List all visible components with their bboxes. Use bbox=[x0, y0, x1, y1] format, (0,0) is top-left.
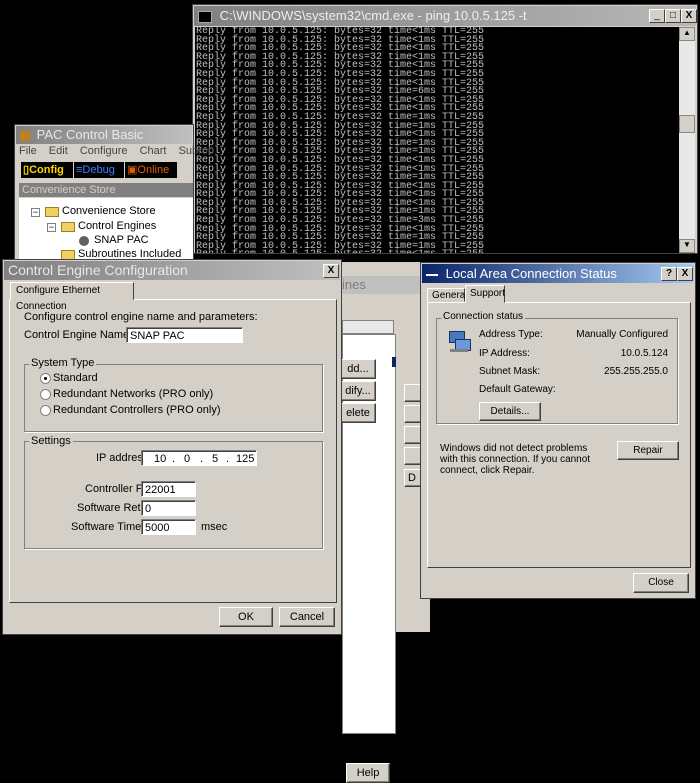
online-mode-button[interactable]: ▣Online bbox=[125, 162, 177, 178]
close-dialog-button[interactable]: Close bbox=[633, 573, 689, 593]
cec-title: Control Engine Configuration bbox=[8, 262, 188, 278]
menu-file[interactable]: File bbox=[19, 145, 37, 157]
tab-support[interactable]: Support bbox=[465, 285, 505, 303]
close-button[interactable]: X bbox=[677, 267, 693, 281]
controller-icon bbox=[79, 236, 89, 246]
subnet-mask-label: Subnet Mask: bbox=[479, 366, 541, 377]
software-retries-input[interactable]: 0 bbox=[141, 500, 196, 516]
ip-octet-4[interactable]: 125 bbox=[236, 451, 254, 467]
menu-edit[interactable]: Edit bbox=[49, 145, 68, 157]
online-icon: ▣ bbox=[127, 164, 138, 176]
delete-engine-button[interactable]: elete bbox=[340, 403, 376, 423]
cmd-title: C:\WINDOWS\system32\cmd.exe - ping 10.0.… bbox=[219, 8, 527, 23]
ip-address-value: 10.0.5.124 bbox=[620, 348, 668, 359]
system-type-label: System Type bbox=[29, 357, 97, 369]
settings-label: Settings bbox=[29, 435, 73, 447]
radio-standard-label: Standard bbox=[53, 372, 98, 384]
radio-redundant-controllers[interactable] bbox=[40, 405, 51, 416]
config-mode-button[interactable]: ▯Config bbox=[21, 162, 73, 178]
subnet-mask-value: 255.255.255.0 bbox=[604, 366, 668, 377]
folder-icon bbox=[45, 207, 59, 217]
details-button[interactable]: Details... bbox=[479, 402, 541, 421]
cmd-icon bbox=[198, 10, 212, 23]
cmd-titlebar[interactable]: C:\WINDOWS\system32\cmd.exe - ping 10.0.… bbox=[194, 6, 696, 26]
control-engines-dialog: ines dd... dify... elete Help D bbox=[340, 262, 430, 783]
lan-title: Local Area Connection Status bbox=[445, 266, 617, 281]
pac-titlebar[interactable]: PAC Control Basic bbox=[16, 126, 192, 144]
ip-octet-1[interactable]: 10 bbox=[154, 451, 166, 467]
modify-engine-button[interactable]: dify... bbox=[340, 381, 376, 401]
timeout-unit: msec bbox=[201, 521, 228, 533]
diagnosis-message: Windows did not detect problems with thi… bbox=[440, 443, 591, 476]
engine-name-input[interactable]: SNAP PAC bbox=[126, 327, 243, 343]
cancel-button[interactable]: Cancel bbox=[279, 607, 335, 627]
ip-dot: . bbox=[200, 453, 204, 465]
ip-dot: . bbox=[226, 453, 230, 465]
strategy-tree: − Convenience Store − Control Engines SN… bbox=[19, 198, 193, 264]
help-button[interactable]: Help bbox=[346, 763, 390, 783]
connection-status-label: Connection status bbox=[441, 311, 526, 322]
tree-root[interactable]: Convenience Store bbox=[62, 205, 156, 217]
address-type-value: Manually Configured bbox=[576, 329, 668, 340]
strategy-titlebar: Convenience Store bbox=[19, 183, 193, 197]
control-engine-config-dialog: Control Engine Configuration X Configure… bbox=[2, 259, 342, 635]
pac-control-window: PAC Control Basic File Edit Configure Ch… bbox=[14, 124, 214, 264]
ip-address-label: IP Address: bbox=[479, 348, 530, 359]
software-timeout-input[interactable]: 5000 bbox=[141, 519, 196, 535]
minimize-button[interactable]: _ bbox=[649, 9, 665, 23]
radio-redundant-networks-label: Redundant Networks (PRO only) bbox=[53, 388, 214, 400]
repair-button[interactable]: Repair bbox=[617, 441, 679, 460]
menu-bar: File Edit Configure Chart Subrou bbox=[19, 145, 214, 159]
scroll-up-icon[interactable]: ▲ bbox=[679, 27, 695, 41]
add-engine-button[interactable]: dd... bbox=[340, 359, 376, 379]
menu-configure[interactable]: Configure bbox=[80, 145, 128, 157]
cmd-scrollbar[interactable]: ▲ ▼ bbox=[679, 27, 695, 253]
collapse-icon[interactable]: − bbox=[47, 223, 56, 232]
engine-list-header bbox=[342, 320, 394, 334]
network-computers-icon bbox=[447, 331, 471, 353]
lan-status-dialog: Local Area Connection Status ? X General… bbox=[420, 262, 696, 599]
menu-chart[interactable]: Chart bbox=[140, 145, 167, 157]
scroll-down-icon[interactable]: ▼ bbox=[679, 239, 695, 253]
ip-octet-2[interactable]: 0 bbox=[184, 451, 190, 467]
ip-octet-3[interactable]: 5 bbox=[212, 451, 218, 467]
debug-mode-button[interactable]: ≡Debug bbox=[74, 162, 124, 178]
network-icon bbox=[426, 273, 438, 276]
ok-button[interactable]: OK bbox=[219, 607, 273, 627]
address-type-label: Address Type: bbox=[479, 329, 543, 340]
console-line: Reply from 10.0.5.125: bytes=32 time<1ms… bbox=[196, 250, 679, 253]
tab-configure-ethernet[interactable]: Configure Ethernet Connection bbox=[10, 282, 134, 312]
pac-app-icon bbox=[20, 130, 30, 141]
default-gateway-label: Default Gateway: bbox=[479, 384, 556, 395]
tree-snap-pac[interactable]: SNAP PAC bbox=[94, 234, 149, 246]
maximize-button[interactable]: □ bbox=[665, 9, 681, 23]
radio-redundant-controllers-label: Redundant Controllers (PRO only) bbox=[53, 404, 221, 416]
engine-name-label: Control Engine Name: bbox=[24, 329, 133, 341]
lan-titlebar[interactable]: Local Area Connection Status bbox=[422, 264, 694, 283]
mode-toolbar: ▯Config ≡Debug ▣Online bbox=[19, 161, 191, 179]
close-button[interactable]: X bbox=[681, 9, 697, 23]
pac-title: PAC Control Basic bbox=[36, 127, 144, 142]
ip-dot: . bbox=[172, 453, 176, 465]
help-button[interactable]: ? bbox=[661, 267, 677, 281]
collapse-icon[interactable]: − bbox=[31, 208, 40, 217]
cmd-console[interactable]: Reply from 10.0.5.125: bytes=32 time<1ms… bbox=[195, 27, 679, 253]
scroll-thumb[interactable] bbox=[679, 115, 695, 133]
tab-general[interactable]: General bbox=[427, 288, 468, 302]
engine-list-selection[interactable] bbox=[392, 357, 396, 367]
control-engines-titlebar[interactable]: ines bbox=[340, 276, 430, 294]
radio-redundant-networks[interactable] bbox=[40, 389, 51, 400]
close-button[interactable]: X bbox=[323, 264, 339, 278]
tree-control-engines[interactable]: Control Engines bbox=[78, 220, 156, 232]
cec-titlebar[interactable]: Control Engine Configuration bbox=[4, 261, 340, 280]
ip-address-input[interactable]: 10 . 0 . 5 . 125 bbox=[141, 450, 257, 466]
folder-icon bbox=[61, 222, 75, 232]
console-output: Reply from 10.0.5.125: bytes=32 time<1ms… bbox=[195, 27, 679, 253]
menu-subroutine[interactable]: Subrou bbox=[179, 145, 214, 157]
radio-standard[interactable] bbox=[40, 373, 51, 384]
controller-port-input[interactable]: 22001 bbox=[141, 481, 196, 497]
cmd-window: C:\WINDOWS\system32\cmd.exe - ping 10.0.… bbox=[192, 4, 698, 254]
